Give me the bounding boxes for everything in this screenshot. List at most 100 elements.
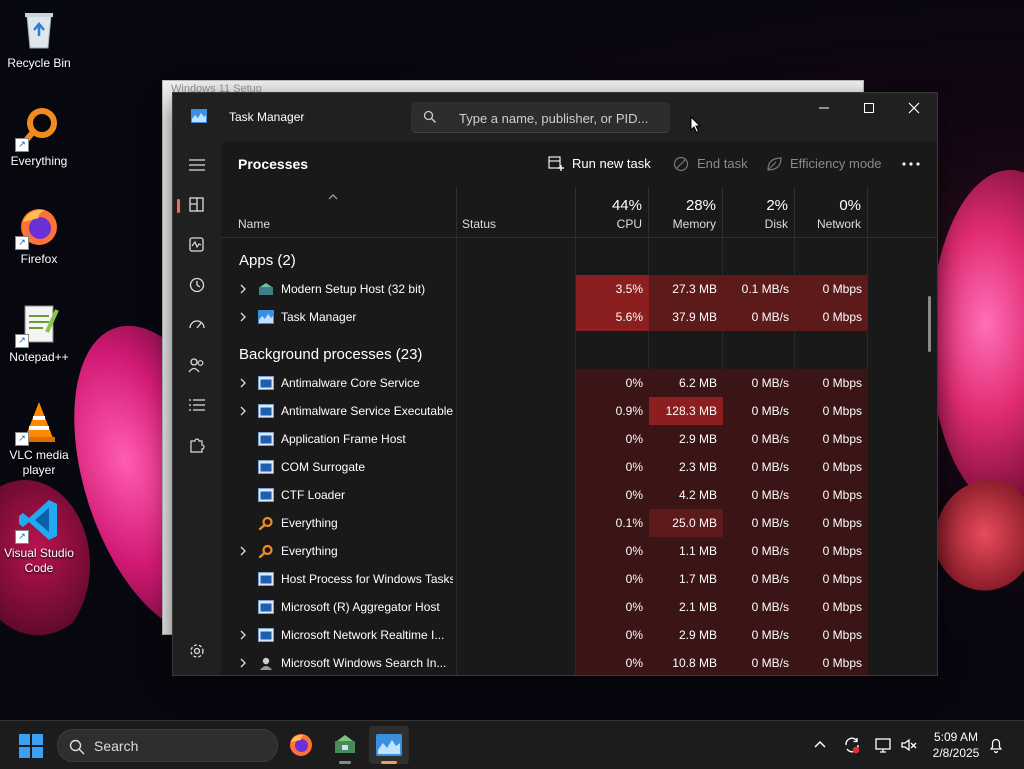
column-name[interactable]: Name (221, 187, 457, 237)
process-row[interactable]: Application Frame Host 0% 2.9 MB 0 MB/s 0 Mb… (221, 425, 921, 453)
column-status-label: Status (462, 217, 497, 231)
nav-services[interactable] (179, 429, 215, 461)
service-icon (258, 404, 274, 418)
process-row[interactable]: Antimalware Core Service 0% 6.2 MB 0 MB/s 0 … (221, 369, 921, 397)
taskbar-setup-host[interactable] (325, 726, 365, 764)
process-row[interactable]: Modern Setup Host (32 bit) 3.5% 27.3 MB 0.1… (221, 275, 921, 303)
network-monitor-icon[interactable] (874, 736, 892, 754)
taskbar-firefox[interactable] (281, 726, 321, 764)
gear-icon (190, 644, 204, 658)
search-box[interactable] (411, 102, 670, 133)
desktop-icon-firefox[interactable]: ↗ Firefox (0, 204, 78, 267)
chevron-right-icon[interactable] (238, 283, 248, 295)
desktop-icon-recycle-bin[interactable]: Recycle Bin (0, 8, 78, 71)
column-status[interactable]: Status (456, 187, 576, 237)
process-name: Host Process for Windows Tasks (281, 572, 453, 586)
disk-cell: 0 MB/s (723, 303, 795, 331)
process-row[interactable]: Antimalware Service Executable 0.9% 128.3 … (221, 397, 921, 425)
column-network[interactable]: 0% Network (795, 187, 868, 237)
taskbar-task-manager[interactable] (369, 726, 409, 764)
everything-icon: ↗ (15, 106, 61, 152)
nav-performance[interactable] (179, 229, 215, 261)
end-task-button[interactable]: End task (673, 154, 748, 174)
vertical-scrollbar-thumb[interactable] (928, 296, 931, 352)
maximize-button[interactable] (846, 93, 892, 125)
cpu-cell: 0% (576, 369, 649, 397)
desktop-icon-vscode[interactable]: ↗ Visual Studio Code (0, 498, 78, 576)
system-clock[interactable]: 5:09 AM 2/8/2025 (926, 729, 986, 761)
close-button[interactable] (891, 93, 937, 125)
notification-bell-icon[interactable] (988, 736, 1004, 754)
disk-cell: 0.1 MB/s (723, 275, 795, 303)
leaf-icon (767, 157, 782, 171)
network-cell: 0 Mbps (795, 303, 868, 331)
running-indicator (339, 761, 351, 764)
process-name: CTF Loader (281, 488, 346, 502)
column-disk-label: Disk (764, 217, 788, 231)
efficiency-mode-label: Efficiency mode (790, 156, 882, 171)
memory-cell: 1.1 MB (649, 537, 723, 565)
column-cpu[interactable]: 44% CPU (576, 187, 649, 237)
title-bar[interactable]: Task Manager (173, 93, 937, 141)
nav-app-history[interactable] (179, 269, 215, 301)
process-row[interactable]: Everything 0.1% 25.0 MB 0 MB/s 0 Mbps (221, 509, 921, 537)
process-row[interactable]: Microsoft Windows Search In... 0% 10.8 MB 0… (221, 649, 921, 675)
taskbar-search[interactable]: Search (57, 729, 278, 762)
nav-users[interactable] (179, 349, 215, 381)
chevron-right-icon[interactable] (238, 311, 248, 323)
nav-processes[interactable] (177, 189, 215, 221)
efficiency-mode-button[interactable]: Efficiency mode (766, 154, 882, 174)
process-row[interactable]: Microsoft Network Realtime I... 0% 2.9 MB 0… (221, 621, 921, 649)
processes-page: Processes Run new task End task Efficien… (221, 141, 937, 675)
more-options-button[interactable] (899, 155, 923, 173)
column-memory[interactable]: 28% Memory (649, 187, 723, 237)
memory-cell: 6.2 MB (649, 369, 723, 397)
process-row[interactable]: Everything 0% 1.1 MB 0 MB/s 0 Mbps (221, 537, 921, 565)
process-row[interactable]: Microsoft (R) Aggregator Host 0% 2.1 MB 0 M… (221, 593, 921, 621)
memory-cell: 27.3 MB (649, 275, 723, 303)
speaker-muted-icon[interactable] (900, 736, 918, 754)
chevron-up-icon[interactable] (812, 736, 828, 752)
search-input[interactable] (457, 108, 666, 128)
desktop-icon-notepadpp[interactable]: ↗ Notepad++ (0, 302, 78, 365)
nav-settings[interactable] (179, 635, 215, 667)
task-manager-icon (258, 310, 274, 324)
shortcut-arrow-icon: ↗ (15, 138, 29, 152)
run-new-task-button[interactable]: Run new task (548, 154, 651, 174)
network-cell: 0 Mbps (795, 275, 868, 303)
nav-details[interactable] (179, 389, 215, 421)
cpu-cell: 0% (576, 565, 649, 593)
process-row[interactable]: COM Surrogate 0% 2.3 MB 0 MB/s 0 Mbps (221, 453, 921, 481)
sync-update-icon[interactable] (843, 736, 861, 754)
task-manager-window[interactable]: Task Manager Type a name, publisher, or … (172, 92, 938, 676)
process-name: Microsoft Network Realtime I... (281, 628, 445, 642)
memory-cell: 2.9 MB (649, 425, 723, 453)
service-icon (258, 376, 274, 390)
desktop-icon-everything[interactable]: ↗ Everything (0, 106, 78, 169)
nav-hamburger-button[interactable] (179, 149, 215, 181)
chevron-right-icon[interactable] (238, 657, 248, 669)
desktop: Recycle Bin ↗ Everything ↗ Firefox ↗ Not… (0, 0, 1024, 720)
chevron-right-icon[interactable] (238, 545, 248, 557)
process-name: Application Frame Host (281, 432, 406, 446)
process-row[interactable]: Host Process for Windows Tasks 0% 1.7 MB 0 … (221, 565, 921, 593)
memory-cell: 2.9 MB (649, 621, 723, 649)
process-row[interactable]: CTF Loader 0% 4.2 MB 0 MB/s 0 Mbps (221, 481, 921, 509)
chevron-right-icon[interactable] (238, 377, 248, 389)
minimize-button[interactable] (801, 93, 847, 125)
disk-cell: 0 MB/s (723, 537, 795, 565)
service-icon (258, 572, 274, 586)
start-button[interactable] (18, 733, 44, 759)
desktop-icon-vlc[interactable]: ↗ VLC media player (0, 400, 78, 478)
network-cell: 0 Mbps (795, 509, 868, 537)
chevron-right-icon[interactable] (238, 405, 248, 417)
service-icon (258, 600, 274, 614)
history-icon (189, 277, 205, 293)
page-title: Processes (238, 156, 309, 172)
nav-startup-apps[interactable] (179, 309, 215, 341)
process-row[interactable]: Task Manager 5.6% 37.9 MB 0 MB/s 0 Mbps (221, 303, 921, 331)
shortcut-arrow-icon: ↗ (15, 334, 29, 348)
column-disk[interactable]: 2% Disk (723, 187, 795, 237)
desktop-icon-label: Visual Studio Code (4, 546, 74, 575)
chevron-right-icon[interactable] (238, 629, 248, 641)
